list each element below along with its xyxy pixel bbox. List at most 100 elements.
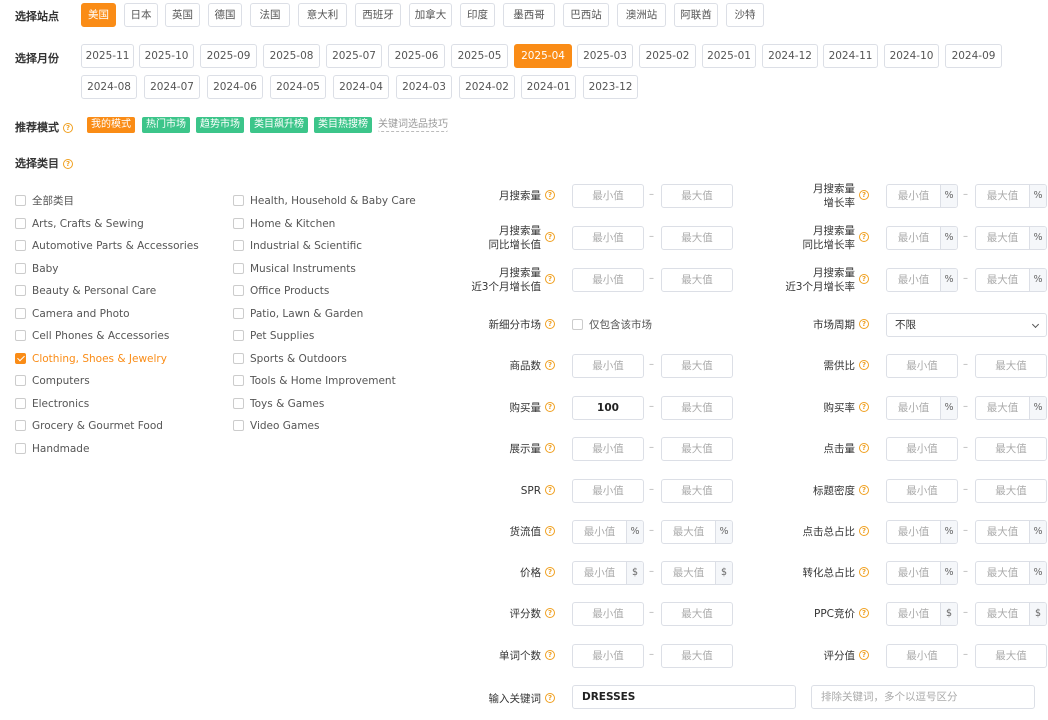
category-rising-tag[interactable]: 类目飙升榜 bbox=[250, 117, 308, 133]
category-option[interactable]: Industrial & Scientific bbox=[233, 239, 362, 253]
checkbox[interactable] bbox=[15, 397, 26, 409]
station-chip[interactable]: 西班牙 bbox=[355, 3, 401, 27]
month-chip[interactable]: 2025-09 bbox=[200, 44, 257, 68]
category-option[interactable]: Electronics bbox=[15, 397, 89, 411]
category-option[interactable]: Cell Phones & Accessories bbox=[15, 329, 169, 343]
category-option[interactable]: Beauty & Personal Care bbox=[15, 284, 156, 298]
checkbox[interactable] bbox=[233, 375, 244, 386]
exclude-keyword-input[interactable]: 排除关键词，多个以逗号区分 bbox=[811, 685, 1035, 709]
checkbox[interactable] bbox=[15, 442, 26, 454]
help-icon[interactable]: ? bbox=[63, 123, 73, 133]
gmv-max-input[interactable]: 最大值% bbox=[661, 520, 733, 544]
category-option[interactable]: Grocery & Gourmet Food bbox=[15, 419, 163, 433]
month-chip[interactable]: 2023-12 bbox=[583, 75, 638, 99]
category-option[interactable]: Computers bbox=[15, 374, 90, 388]
impressions-max-input[interactable]: 最大值 bbox=[661, 437, 733, 461]
clicks-max-input[interactable]: 最大值 bbox=[975, 437, 1047, 461]
month-chip[interactable]: 2024-03 bbox=[396, 75, 452, 99]
keyword-input[interactable]: DRESSES bbox=[572, 685, 796, 709]
category-option[interactable]: Pet Supplies bbox=[233, 329, 314, 343]
word-count-max-input[interactable]: 最大值 bbox=[661, 644, 733, 668]
month-chip[interactable]: 2024-01 bbox=[521, 75, 576, 99]
help-icon[interactable]: ? bbox=[63, 159, 73, 169]
month-chip[interactable]: 2024-11 bbox=[823, 44, 878, 68]
category-hot-search-tag[interactable]: 类目热搜榜 bbox=[314, 117, 372, 133]
checkbox[interactable] bbox=[233, 240, 244, 251]
month-chip[interactable]: 2025-02 bbox=[639, 44, 696, 68]
market-period-select[interactable]: 不限 bbox=[886, 313, 1047, 337]
station-chip[interactable]: 意大利 bbox=[298, 3, 347, 27]
month-chip[interactable]: 2025-07 bbox=[326, 44, 382, 68]
help-icon[interactable]: ? bbox=[545, 190, 555, 200]
monthly-search-max-input[interactable]: 最大值 bbox=[661, 184, 733, 208]
help-icon[interactable]: ? bbox=[859, 232, 869, 242]
price-max-input[interactable]: 最大值 $ bbox=[661, 561, 733, 585]
keyword-tips-link[interactable]: 关键词选品技巧 bbox=[378, 117, 448, 132]
yoy-rate-max-input[interactable]: 最大值% bbox=[975, 226, 1047, 250]
help-icon[interactable]: ? bbox=[859, 485, 869, 495]
help-icon[interactable]: ? bbox=[545, 650, 555, 660]
category-option[interactable]: Toys & Games bbox=[233, 397, 324, 411]
spr-min-input[interactable]: 最小值 bbox=[572, 479, 644, 503]
my-mode-tag[interactable]: 我的模式 bbox=[87, 117, 135, 133]
month-chip[interactable]: 2025-01 bbox=[702, 44, 756, 68]
category-option[interactable]: Video Games bbox=[233, 419, 320, 433]
month-chip[interactable]: 2025-04 bbox=[514, 44, 572, 68]
title-density-min-input[interactable]: 最小值 bbox=[886, 479, 958, 503]
category-option[interactable]: Sports & Outdoors bbox=[233, 352, 347, 366]
gmv-min-input[interactable]: 最小值% bbox=[572, 520, 644, 544]
impressions-min-input[interactable]: 最小值 bbox=[572, 437, 644, 461]
supply-demand-min-input[interactable]: 最小值 bbox=[886, 354, 958, 378]
purchase-volume-min-input[interactable]: 100 bbox=[572, 396, 644, 420]
station-chip[interactable]: 英国 bbox=[165, 3, 200, 27]
category-option[interactable]: 全部类目 bbox=[15, 194, 74, 208]
checkbox[interactable] bbox=[15, 217, 26, 229]
monthly-search-min-input[interactable]: 最小值 bbox=[572, 184, 644, 208]
product-count-min-input[interactable]: 最小值 bbox=[572, 354, 644, 378]
help-icon[interactable]: ? bbox=[859, 274, 869, 284]
trend-market-tag[interactable]: 趋势市场 bbox=[196, 117, 244, 133]
month-chip[interactable]: 2024-08 bbox=[81, 75, 137, 99]
checkbox[interactable] bbox=[15, 420, 26, 431]
month-chip[interactable]: 2025-08 bbox=[263, 44, 320, 68]
checkbox[interactable] bbox=[15, 240, 26, 251]
month-chip[interactable]: 2025-03 bbox=[577, 44, 633, 68]
checkbox[interactable] bbox=[15, 307, 26, 319]
help-icon[interactable]: ? bbox=[545, 526, 555, 536]
category-option[interactable]: Handmade bbox=[15, 442, 89, 456]
ppc-bid-max-input[interactable]: 最大值 $ bbox=[975, 602, 1047, 626]
review-count-min-input[interactable]: 最小值 bbox=[572, 602, 644, 626]
station-chip[interactable]: 巴西站 bbox=[563, 3, 609, 27]
help-icon[interactable]: ? bbox=[545, 360, 555, 370]
station-chip[interactable]: 日本 bbox=[124, 3, 158, 27]
help-icon[interactable]: ? bbox=[545, 443, 555, 453]
help-icon[interactable]: ? bbox=[545, 693, 555, 703]
three-month-value-min-input[interactable]: 最小值 bbox=[572, 268, 644, 292]
checkbox[interactable] bbox=[15, 352, 26, 364]
three-month-rate-min-input[interactable]: 最小值% bbox=[886, 268, 958, 292]
month-chip[interactable]: 2024-10 bbox=[884, 44, 939, 68]
month-chip[interactable]: 2024-02 bbox=[459, 75, 515, 99]
checkbox[interactable] bbox=[15, 375, 26, 386]
monthly-growth-min-input[interactable]: 最小值% bbox=[886, 184, 958, 208]
checkbox[interactable] bbox=[15, 330, 26, 341]
category-option[interactable]: Arts, Crafts & Sewing bbox=[15, 217, 144, 231]
help-icon[interactable]: ? bbox=[859, 650, 869, 660]
help-icon[interactable]: ? bbox=[859, 608, 869, 618]
hot-market-tag[interactable]: 热门市场 bbox=[142, 117, 190, 133]
category-option[interactable]: Tools & Home Improvement bbox=[233, 374, 396, 388]
three-month-rate-max-input[interactable]: 最大值% bbox=[975, 268, 1047, 292]
help-icon[interactable]: ? bbox=[859, 402, 869, 412]
help-icon[interactable]: ? bbox=[545, 274, 555, 284]
category-option[interactable]: Camera and Photo bbox=[15, 307, 130, 321]
month-chip[interactable]: 2025-11 bbox=[81, 44, 134, 68]
help-icon[interactable]: ? bbox=[545, 402, 555, 412]
checkbox[interactable] bbox=[233, 307, 244, 319]
click-share-min-input[interactable]: 最小值% bbox=[886, 520, 958, 544]
help-icon[interactable]: ? bbox=[859, 190, 869, 200]
help-icon[interactable]: ? bbox=[545, 567, 555, 577]
checkbox[interactable] bbox=[233, 195, 244, 206]
word-count-min-input[interactable]: 最小值 bbox=[572, 644, 644, 668]
month-chip[interactable]: 2024-05 bbox=[270, 75, 326, 99]
station-chip[interactable]: 德国 bbox=[208, 3, 242, 27]
